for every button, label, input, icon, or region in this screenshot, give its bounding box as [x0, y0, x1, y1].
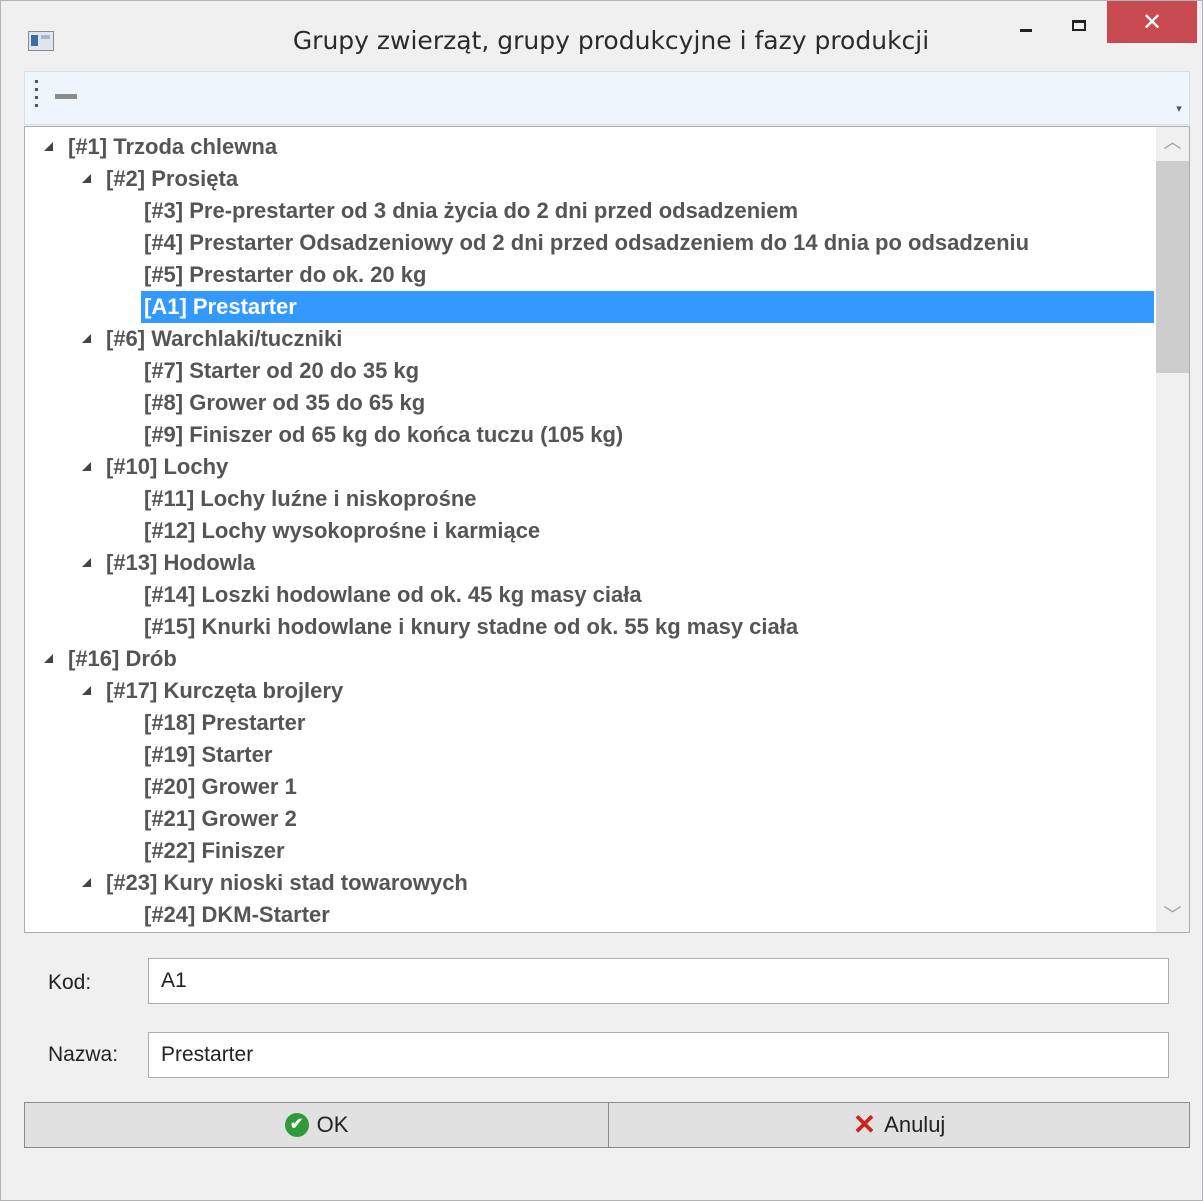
expand-arrow-icon[interactable] [82, 174, 91, 183]
tree-item-label: [#24] DKM-Starter [144, 902, 330, 927]
tree-item-label: [#6] Warchlaki/tuczniki [106, 326, 343, 351]
expand-arrow-icon[interactable] [44, 654, 53, 663]
minimize-icon [1020, 29, 1032, 32]
tree-item-label: [#11] Lochy luźne i niskoprośne [144, 486, 477, 511]
scroll-up-icon[interactable]: ︿ [1156, 127, 1189, 159]
expand-arrow-icon[interactable] [82, 558, 91, 567]
expand-arrow-icon[interactable] [82, 334, 91, 343]
tree-item-label: [A1] Prestarter [141, 291, 1154, 323]
maximize-button[interactable] [1056, 1, 1102, 45]
toolbar-grip-icon[interactable] [35, 80, 39, 110]
check-circle-icon: ✔ [284, 1113, 309, 1137]
name-field[interactable]: Prestarter [148, 1032, 1169, 1078]
tree-item-label: [#7] Starter od 20 do 35 kg [144, 358, 420, 383]
expand-arrow-icon[interactable] [82, 686, 91, 695]
group-tree[interactable]: [#1] Trzoda chlewna [#2] Prosięta [#3] Pre… [24, 126, 1190, 933]
cancel-button-label: Anuluj [884, 1112, 946, 1137]
tree-item-label: [#9] Finiszer od 65 kg do końca tuczu (1… [144, 422, 624, 447]
tree-item-label: [#14] Loszki hodowlane od ok. 45 kg masy… [144, 582, 642, 607]
code-field[interactable]: A1 [148, 958, 1169, 1004]
close-icon: ✕ [1141, 8, 1163, 36]
window-title: Grupy zwierząt, grupy produkcyjne i fazy… [292, 26, 930, 55]
cancel-button[interactable]: ✕ Anuluj [608, 1102, 1190, 1148]
scroll-down-icon[interactable]: ﹀ [1156, 900, 1189, 932]
tree-item-label: [#5] Prestarter do ok. 20 kg [144, 262, 427, 287]
app-icon [28, 31, 54, 51]
expand-arrow-icon[interactable] [44, 142, 53, 151]
tree-item-label: [#16] Drób [68, 646, 177, 671]
tree-item-label: [#13] Hodowla [106, 550, 256, 575]
remove-item-button[interactable] [55, 94, 77, 99]
tree-item-label: [#21] Grower 2 [144, 806, 297, 831]
scroll-thumb[interactable] [1156, 161, 1189, 373]
toolbar-overflow-icon[interactable]: ▾ [1173, 102, 1185, 116]
tree-item-label: [#2] Prosięta [106, 166, 239, 191]
tree-item-label: [#18] Prestarter [144, 710, 306, 735]
tree-item-label: [#3] Pre-prestarter od 3 dnia życia do 2… [144, 198, 799, 223]
tree-item-label: [#10] Lochy [106, 454, 229, 479]
tree-item-label: [#15] Knurki hodowlane i knury stadne od… [144, 614, 799, 639]
tree-item-label: [#22] Finiszer [144, 838, 285, 863]
tree-item-label: [#20] Grower 1 [144, 774, 297, 799]
code-label: Kod: [48, 971, 92, 994]
tree-item-label: [#23] Kury nioski stad towarowych [106, 870, 468, 895]
expand-arrow-icon[interactable] [82, 462, 91, 471]
expand-arrow-icon[interactable] [82, 878, 91, 887]
ok-button-label: OK [316, 1112, 349, 1137]
tree-item-label: [#8] Grower od 35 do 65 kg [144, 390, 426, 415]
minimize-button[interactable] [1006, 1, 1048, 45]
tree-item-label: [#1] Trzoda chlewna [68, 134, 278, 159]
cross-icon: ✕ [852, 1109, 877, 1140]
close-button[interactable]: ✕ [1107, 1, 1197, 43]
dialog-window: Grupy zwierząt, grupy produkcyjne i fazy… [0, 0, 1203, 1201]
title-bar[interactable]: Grupy zwierząt, grupy produkcyjne i fazy… [1, 1, 1202, 71]
tree-item-label: [#4] Prestarter Odsadzeniowy od 2 dni pr… [144, 230, 1030, 255]
tree-item-label: [#12] Lochy wysokoprośne i karmiące [144, 518, 541, 543]
name-label: Nazwa: [48, 1043, 119, 1066]
toolbar: ▾ [24, 71, 1190, 125]
tree-item-label: [#17] Kurczęta brojlery [106, 678, 344, 703]
maximize-icon [1072, 20, 1086, 31]
ok-button[interactable]: ✔ OK [24, 1102, 609, 1148]
vertical-scrollbar[interactable]: ︿ ﹀ [1156, 127, 1189, 932]
tree-item-label: [#19] Starter [144, 742, 273, 767]
